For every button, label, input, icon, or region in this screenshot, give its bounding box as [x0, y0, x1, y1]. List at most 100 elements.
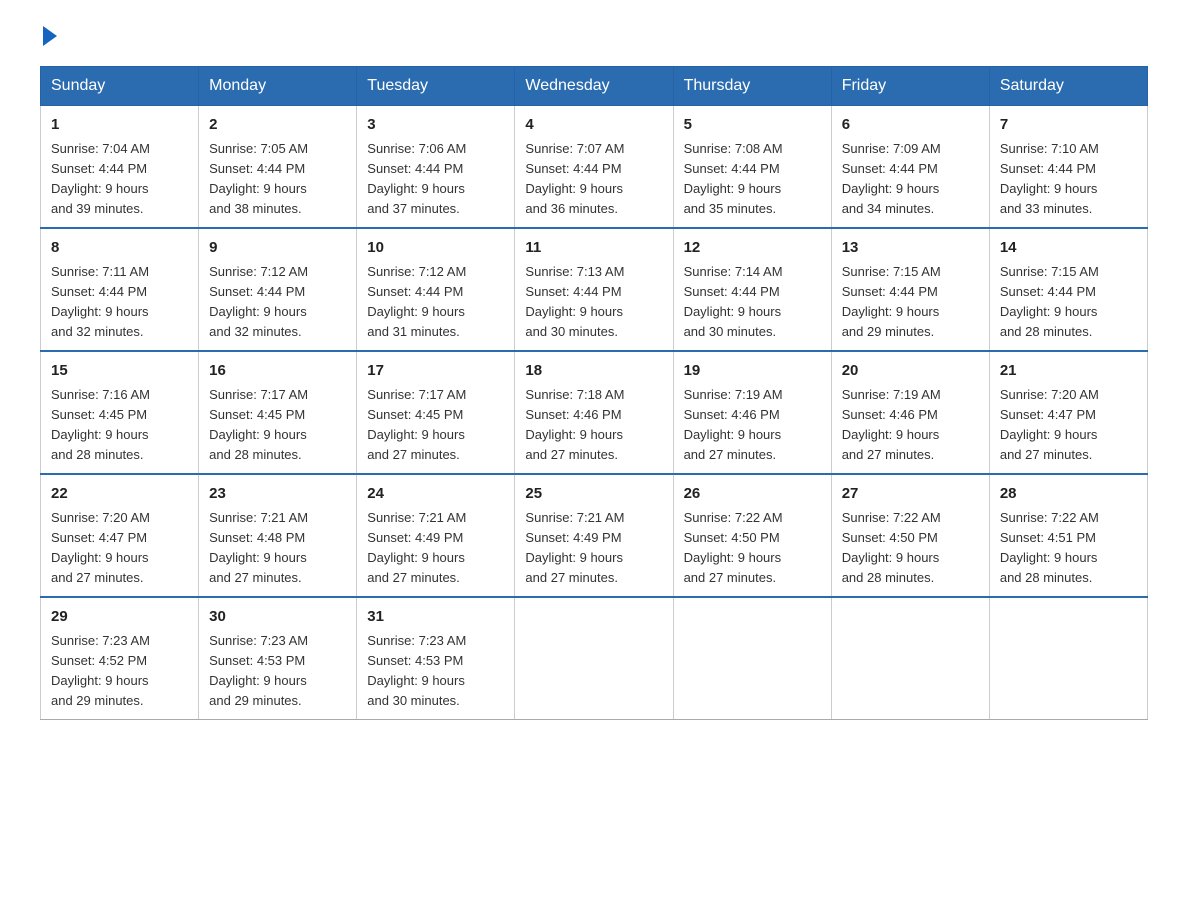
day-info: Sunrise: 7:17 AMSunset: 4:45 PMDaylight:… [209, 385, 346, 466]
day-cell: 15Sunrise: 7:16 AMSunset: 4:45 PMDayligh… [41, 351, 199, 474]
day-info: Sunrise: 7:21 AMSunset: 4:48 PMDaylight:… [209, 508, 346, 589]
day-info: Sunrise: 7:23 AMSunset: 4:53 PMDaylight:… [367, 631, 504, 712]
day-number: 23 [209, 483, 346, 506]
day-number: 3 [367, 114, 504, 137]
dow-header-thursday: Thursday [673, 67, 831, 106]
day-cell: 12Sunrise: 7:14 AMSunset: 4:44 PMDayligh… [673, 228, 831, 351]
day-cell [673, 597, 831, 720]
dow-header-saturday: Saturday [989, 67, 1147, 106]
day-info: Sunrise: 7:21 AMSunset: 4:49 PMDaylight:… [525, 508, 662, 589]
day-cell: 2Sunrise: 7:05 AMSunset: 4:44 PMDaylight… [199, 106, 357, 229]
day-info: Sunrise: 7:15 AMSunset: 4:44 PMDaylight:… [842, 262, 979, 343]
day-number: 22 [51, 483, 188, 506]
day-cell: 26Sunrise: 7:22 AMSunset: 4:50 PMDayligh… [673, 474, 831, 597]
days-of-week-header: SundayMondayTuesdayWednesdayThursdayFrid… [41, 67, 1148, 106]
day-cell: 22Sunrise: 7:20 AMSunset: 4:47 PMDayligh… [41, 474, 199, 597]
day-cell: 18Sunrise: 7:18 AMSunset: 4:46 PMDayligh… [515, 351, 673, 474]
week-row-3: 15Sunrise: 7:16 AMSunset: 4:45 PMDayligh… [41, 351, 1148, 474]
day-info: Sunrise: 7:14 AMSunset: 4:44 PMDaylight:… [684, 262, 821, 343]
day-number: 31 [367, 606, 504, 629]
day-info: Sunrise: 7:07 AMSunset: 4:44 PMDaylight:… [525, 139, 662, 220]
day-info: Sunrise: 7:06 AMSunset: 4:44 PMDaylight:… [367, 139, 504, 220]
day-cell: 5Sunrise: 7:08 AMSunset: 4:44 PMDaylight… [673, 106, 831, 229]
day-cell: 11Sunrise: 7:13 AMSunset: 4:44 PMDayligh… [515, 228, 673, 351]
day-info: Sunrise: 7:09 AMSunset: 4:44 PMDaylight:… [842, 139, 979, 220]
day-info: Sunrise: 7:17 AMSunset: 4:45 PMDaylight:… [367, 385, 504, 466]
dow-header-tuesday: Tuesday [357, 67, 515, 106]
logo [40, 30, 57, 46]
day-number: 13 [842, 237, 979, 260]
day-number: 4 [525, 114, 662, 137]
day-number: 14 [1000, 237, 1137, 260]
dow-header-friday: Friday [831, 67, 989, 106]
day-info: Sunrise: 7:19 AMSunset: 4:46 PMDaylight:… [684, 385, 821, 466]
day-cell: 24Sunrise: 7:21 AMSunset: 4:49 PMDayligh… [357, 474, 515, 597]
week-row-4: 22Sunrise: 7:20 AMSunset: 4:47 PMDayligh… [41, 474, 1148, 597]
dow-header-wednesday: Wednesday [515, 67, 673, 106]
day-number: 20 [842, 360, 979, 383]
day-cell: 3Sunrise: 7:06 AMSunset: 4:44 PMDaylight… [357, 106, 515, 229]
day-number: 6 [842, 114, 979, 137]
page-header [40, 30, 1148, 46]
day-number: 27 [842, 483, 979, 506]
day-number: 7 [1000, 114, 1137, 137]
week-row-2: 8Sunrise: 7:11 AMSunset: 4:44 PMDaylight… [41, 228, 1148, 351]
day-number: 18 [525, 360, 662, 383]
day-info: Sunrise: 7:12 AMSunset: 4:44 PMDaylight:… [367, 262, 504, 343]
day-cell: 17Sunrise: 7:17 AMSunset: 4:45 PMDayligh… [357, 351, 515, 474]
day-info: Sunrise: 7:23 AMSunset: 4:53 PMDaylight:… [209, 631, 346, 712]
day-info: Sunrise: 7:19 AMSunset: 4:46 PMDaylight:… [842, 385, 979, 466]
day-info: Sunrise: 7:10 AMSunset: 4:44 PMDaylight:… [1000, 139, 1137, 220]
day-cell: 25Sunrise: 7:21 AMSunset: 4:49 PMDayligh… [515, 474, 673, 597]
day-number: 19 [684, 360, 821, 383]
day-number: 2 [209, 114, 346, 137]
day-cell: 19Sunrise: 7:19 AMSunset: 4:46 PMDayligh… [673, 351, 831, 474]
logo-arrow-icon [43, 26, 57, 46]
day-cell: 9Sunrise: 7:12 AMSunset: 4:44 PMDaylight… [199, 228, 357, 351]
day-info: Sunrise: 7:05 AMSunset: 4:44 PMDaylight:… [209, 139, 346, 220]
day-cell: 13Sunrise: 7:15 AMSunset: 4:44 PMDayligh… [831, 228, 989, 351]
day-info: Sunrise: 7:13 AMSunset: 4:44 PMDaylight:… [525, 262, 662, 343]
day-number: 9 [209, 237, 346, 260]
day-cell: 14Sunrise: 7:15 AMSunset: 4:44 PMDayligh… [989, 228, 1147, 351]
day-cell: 29Sunrise: 7:23 AMSunset: 4:52 PMDayligh… [41, 597, 199, 720]
calendar-table: SundayMondayTuesdayWednesdayThursdayFrid… [40, 66, 1148, 720]
day-number: 30 [209, 606, 346, 629]
day-number: 25 [525, 483, 662, 506]
day-number: 24 [367, 483, 504, 506]
day-cell [831, 597, 989, 720]
day-info: Sunrise: 7:18 AMSunset: 4:46 PMDaylight:… [525, 385, 662, 466]
week-row-1: 1Sunrise: 7:04 AMSunset: 4:44 PMDaylight… [41, 106, 1148, 229]
day-cell: 31Sunrise: 7:23 AMSunset: 4:53 PMDayligh… [357, 597, 515, 720]
day-number: 21 [1000, 360, 1137, 383]
day-info: Sunrise: 7:22 AMSunset: 4:51 PMDaylight:… [1000, 508, 1137, 589]
day-info: Sunrise: 7:20 AMSunset: 4:47 PMDaylight:… [51, 508, 188, 589]
dow-header-sunday: Sunday [41, 67, 199, 106]
day-cell: 10Sunrise: 7:12 AMSunset: 4:44 PMDayligh… [357, 228, 515, 351]
day-cell: 30Sunrise: 7:23 AMSunset: 4:53 PMDayligh… [199, 597, 357, 720]
day-number: 5 [684, 114, 821, 137]
day-number: 10 [367, 237, 504, 260]
day-cell: 8Sunrise: 7:11 AMSunset: 4:44 PMDaylight… [41, 228, 199, 351]
day-number: 15 [51, 360, 188, 383]
day-info: Sunrise: 7:04 AMSunset: 4:44 PMDaylight:… [51, 139, 188, 220]
day-number: 11 [525, 237, 662, 260]
day-cell [515, 597, 673, 720]
day-info: Sunrise: 7:22 AMSunset: 4:50 PMDaylight:… [684, 508, 821, 589]
day-number: 17 [367, 360, 504, 383]
day-cell: 1Sunrise: 7:04 AMSunset: 4:44 PMDaylight… [41, 106, 199, 229]
day-cell: 27Sunrise: 7:22 AMSunset: 4:50 PMDayligh… [831, 474, 989, 597]
day-cell: 7Sunrise: 7:10 AMSunset: 4:44 PMDaylight… [989, 106, 1147, 229]
day-info: Sunrise: 7:08 AMSunset: 4:44 PMDaylight:… [684, 139, 821, 220]
day-number: 29 [51, 606, 188, 629]
day-cell: 28Sunrise: 7:22 AMSunset: 4:51 PMDayligh… [989, 474, 1147, 597]
day-cell [989, 597, 1147, 720]
day-cell: 21Sunrise: 7:20 AMSunset: 4:47 PMDayligh… [989, 351, 1147, 474]
day-info: Sunrise: 7:11 AMSunset: 4:44 PMDaylight:… [51, 262, 188, 343]
day-info: Sunrise: 7:23 AMSunset: 4:52 PMDaylight:… [51, 631, 188, 712]
day-info: Sunrise: 7:21 AMSunset: 4:49 PMDaylight:… [367, 508, 504, 589]
day-info: Sunrise: 7:15 AMSunset: 4:44 PMDaylight:… [1000, 262, 1137, 343]
week-row-5: 29Sunrise: 7:23 AMSunset: 4:52 PMDayligh… [41, 597, 1148, 720]
day-number: 8 [51, 237, 188, 260]
day-cell: 23Sunrise: 7:21 AMSunset: 4:48 PMDayligh… [199, 474, 357, 597]
